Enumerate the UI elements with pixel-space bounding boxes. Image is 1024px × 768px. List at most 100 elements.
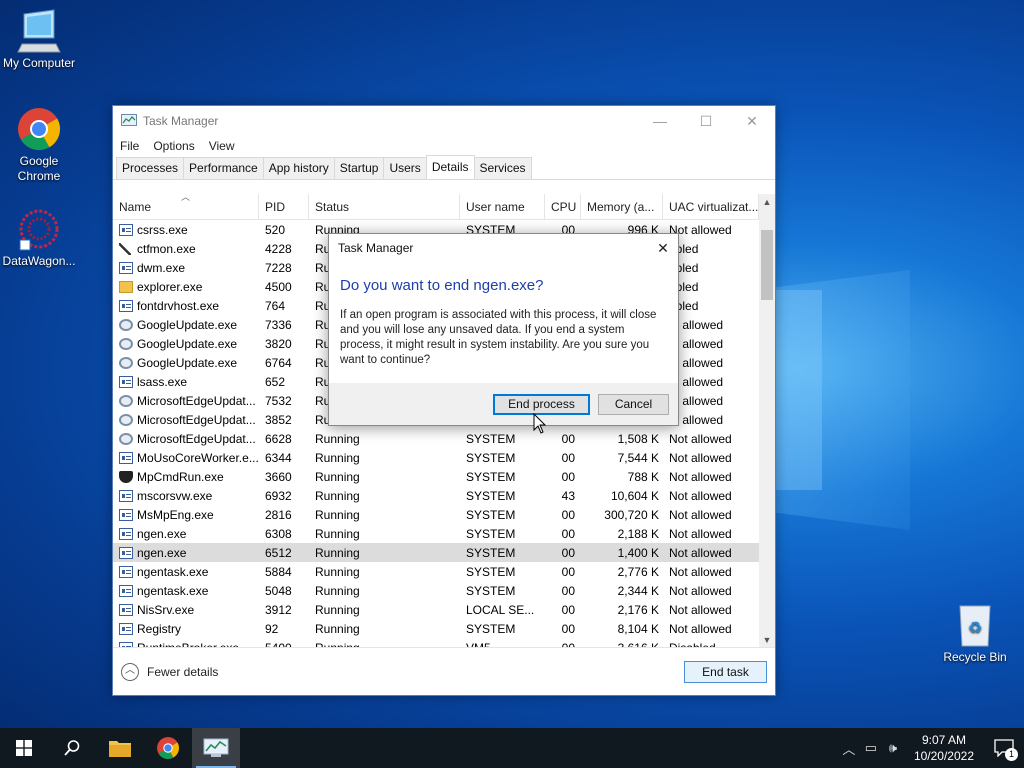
process-name: MicrosoftEdgeUpdat... [137, 412, 256, 427]
process-name: MicrosoftEdgeUpdat... [137, 431, 256, 446]
column-status[interactable]: Status [309, 194, 460, 220]
clock[interactable]: 9:07 AM 10/20/2022 [904, 732, 984, 764]
notification-button[interactable]: 1 [984, 728, 1024, 768]
column-cpu[interactable]: CPU [545, 194, 581, 220]
end-process-dialog[interactable]: Task Manager ✕ Do you want to end ngen.e… [328, 233, 679, 426]
process-name: ngentask.exe [137, 564, 209, 579]
table-row[interactable]: MicrosoftEdgeUpdat... 6628 Running SYSTEM 00… [113, 429, 775, 448]
table-row[interactable]: NisSrv.exe 3912 Running LOCAL SE... 00 2,176 … [113, 600, 775, 619]
column-uac[interactable]: UAC virtualizat... [663, 194, 759, 220]
volume-icon[interactable]: 🕪 [882, 740, 904, 756]
cell-user: SYSTEM [466, 621, 516, 636]
table-row[interactable]: ngentask.exe 5048 Running SYSTEM 00 2,344 K No… [113, 581, 775, 600]
end-process-button[interactable]: End process [493, 394, 590, 415]
maximize-icon[interactable]: ☐ [683, 106, 729, 136]
taskbar-file-explorer[interactable] [96, 728, 144, 768]
process-name: Registry [137, 621, 182, 636]
column-memory[interactable]: Memory (a... [581, 194, 663, 220]
cell-pid: 764 [265, 298, 286, 313]
cell-name: MoUsoCoreWorker.e... [113, 451, 259, 465]
cell-user: SYSTEM [466, 526, 516, 541]
title-bar[interactable]: Task Manager — ☐ ✕ [113, 106, 775, 136]
cancel-button[interactable]: Cancel [598, 394, 669, 415]
table-row[interactable]: Registry 92 Running SYSTEM 00 8,104 K Not allo… [113, 619, 775, 638]
cell-cpu: 00 [561, 621, 575, 636]
process-name: fontdrvhost.exe [137, 298, 220, 313]
table-row[interactable]: ngen.exe 6308 Running SYSTEM 00 2,188 K Not al… [113, 524, 775, 543]
cell-pid: 4500 [265, 279, 292, 294]
system-tray: ︿ ▭ 🕪 9:07 AM 10/20/2022 1 [838, 728, 1024, 768]
cell-name: MicrosoftEdgeUpdat... [113, 394, 259, 408]
task-manager-icon [203, 738, 229, 757]
minimize-icon[interactable]: — [637, 106, 683, 136]
desktop-icon-my-computer[interactable]: My Computer [0, 8, 78, 71]
sort-caret-icon: ︿ [181, 194, 191, 202]
process-icon [119, 261, 133, 274]
process-icon [119, 375, 133, 388]
gear-icon [119, 432, 133, 445]
close-icon[interactable]: ✕ [729, 106, 775, 136]
desktop-icon-datawagon[interactable]: DataWagon... [0, 206, 78, 269]
cell-cpu: 00 [561, 545, 575, 560]
notification-count: 1 [1005, 748, 1018, 761]
cell-user: SYSTEM [466, 583, 516, 598]
scroll-thumb[interactable] [761, 230, 773, 300]
table-row[interactable]: MsMpEng.exe 2816 Running SYSTEM 00 300,720 K N… [113, 505, 775, 524]
tab-users[interactable]: Users [383, 157, 427, 179]
column-user-name[interactable]: User name [460, 194, 545, 220]
desktop-icon-recycle-bin[interactable]: ♻ Recycle Bin [936, 602, 1014, 665]
dialog-close-icon[interactable]: ✕ [648, 240, 678, 257]
process-icon [119, 622, 133, 635]
tab-processes[interactable]: Processes [116, 157, 185, 179]
cell-cpu: 00 [561, 583, 575, 598]
tab-performance[interactable]: Performance [183, 157, 264, 179]
cell-memory: 2,344 K [617, 583, 659, 598]
vertical-scrollbar[interactable]: ▲ ▼ [759, 194, 775, 648]
chevron-up-icon[interactable]: ︿ [838, 739, 860, 758]
process-name: GoogleUpdate.exe [137, 336, 238, 351]
cell-pid: 6628 [265, 431, 292, 446]
column-pid[interactable]: PID [259, 194, 309, 220]
end-task-button[interactable]: End task [684, 660, 767, 683]
menu-options[interactable]: Options [153, 139, 194, 153]
tab-app-history[interactable]: App history [262, 157, 335, 179]
search-button[interactable] [48, 728, 96, 768]
table-row[interactable]: ngentask.exe 5884 Running SYSTEM 00 2,776 K No… [113, 562, 775, 581]
cell-uac: Not allowed [669, 469, 732, 484]
gear-icon [119, 413, 133, 426]
task-manager-icon [121, 114, 137, 126]
process-name: ctfmon.exe [137, 241, 196, 256]
table-row[interactable]: MpCmdRun.exe 3660 Running SYSTEM 00 788 K Not … [113, 467, 775, 486]
taskbar-task-manager[interactable] [192, 728, 240, 768]
window-title: Task Manager [143, 114, 219, 128]
tab-startup[interactable]: Startup [333, 157, 385, 179]
menu-file[interactable]: File [120, 139, 139, 153]
cell-name: ngen.exe [113, 546, 259, 560]
desktop-icon-google-chrome[interactable]: Google Chrome [0, 106, 78, 184]
menu-view[interactable]: View [209, 139, 235, 153]
tab-services[interactable]: Services [473, 157, 532, 179]
fewer-details-button[interactable]: ︿ Fewer details [121, 662, 218, 681]
scroll-up-icon[interactable]: ▲ [759, 194, 775, 210]
cell-uac: Not allowed [669, 450, 732, 465]
process-name: MsMpEng.exe [137, 507, 214, 522]
cell-name: fontdrvhost.exe [113, 299, 259, 313]
table-row[interactable]: mscorsvw.exe 6932 Running SYSTEM 43 10,604 K N… [113, 486, 775, 505]
cell-memory: 2,188 K [617, 526, 659, 541]
network-icon[interactable]: ▭ [860, 740, 882, 756]
scroll-down-icon[interactable]: ▼ [759, 632, 775, 648]
cell-pid: 3852 [265, 412, 292, 427]
start-button[interactable] [0, 728, 48, 768]
cell-pid: 5048 [265, 583, 292, 598]
gear-icon [119, 356, 133, 369]
taskbar-chrome[interactable] [144, 728, 192, 768]
window-footer: ︿ Fewer details End task [113, 647, 775, 695]
tab-details[interactable]: Details [425, 155, 475, 179]
table-row[interactable]: MoUsoCoreWorker.e... 6344 Running SYSTEM 00 7… [113, 448, 775, 467]
table-row[interactable]: ngen.exe 6512 Running SYSTEM 00 1,400 K Not al… [113, 543, 775, 562]
cell-memory: 2,776 K [617, 564, 659, 579]
process-name: ngentask.exe [137, 583, 209, 598]
desktop-icon-label: My Computer [2, 56, 76, 70]
process-icon [119, 603, 133, 616]
chrome-icon [157, 737, 179, 759]
